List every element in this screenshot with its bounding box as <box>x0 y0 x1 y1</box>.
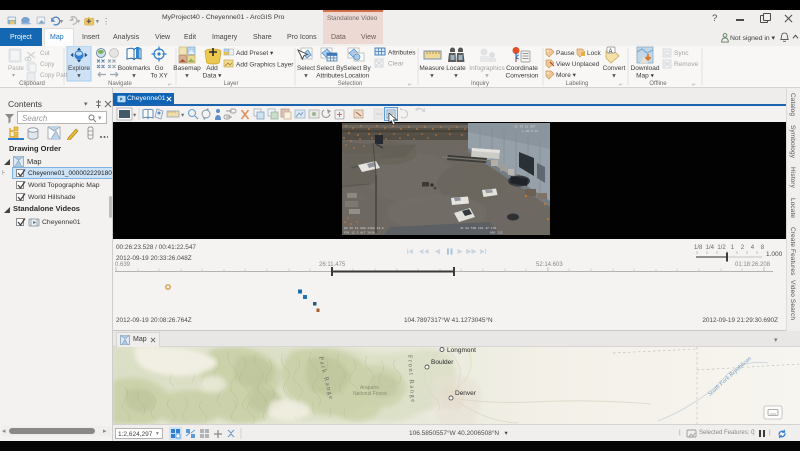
svg-text:▼: ▼ <box>611 74 617 80</box>
svg-text:Lock: Lock <box>587 50 601 57</box>
svg-text:Boulder: Boulder <box>431 359 454 366</box>
svg-text:Download: Download <box>631 65 660 72</box>
svg-text:Attributes: Attributes <box>388 50 416 57</box>
svg-text:▾: ▾ <box>181 112 185 119</box>
svg-text:Map ▾: Map ▾ <box>636 73 654 80</box>
svg-text:Layer: Layer <box>223 81 238 87</box>
svg-text:Infographics: Infographics <box>469 65 505 72</box>
svg-text:▼: ▼ <box>76 74 82 80</box>
svg-text:Basemap: Basemap <box>173 65 201 72</box>
svg-text:▾: ▾ <box>96 18 100 25</box>
svg-text:Remove: Remove <box>674 61 699 68</box>
svg-text:More ▾: More ▾ <box>556 72 577 79</box>
svg-text:Location: Location <box>345 73 370 80</box>
svg-text:Selection: Selection <box>338 81 363 87</box>
svg-text:▾: ▾ <box>12 72 15 79</box>
svg-text:▾: ▾ <box>133 112 137 119</box>
svg-text:Navigate: Navigate <box>108 81 132 87</box>
svg-text:▾: ▾ <box>77 18 81 25</box>
svg-text:Select By: Select By <box>343 65 371 72</box>
svg-text:▼: ▼ <box>453 74 459 80</box>
svg-text:04 35 11 880 2100 34.8: 04 35 11 880 2100 34.8 <box>344 227 384 230</box>
svg-text:▼: ▼ <box>484 74 490 80</box>
svg-text:L-38 P-12: L-38 P-12 <box>522 130 538 133</box>
svg-text:Sync: Sync <box>674 50 689 57</box>
svg-text:⌐: ⌐ <box>168 82 172 87</box>
svg-text:Cut: Cut <box>40 50 50 57</box>
svg-text:Pause: Pause <box>556 50 575 57</box>
svg-text:▼: ▼ <box>184 74 190 80</box>
svg-text:Copy: Copy <box>40 61 55 68</box>
svg-text:▼: ▼ <box>303 74 309 80</box>
svg-text:Add Graphics Layer: Add Graphics Layer <box>236 62 294 69</box>
svg-text:▼: ▼ <box>131 74 137 80</box>
svg-text:Explore: Explore <box>68 65 90 72</box>
svg-text:View Unplaced: View Unplaced <box>556 61 600 68</box>
svg-text:▾: ▾ <box>60 18 64 25</box>
svg-text:Paste: Paste <box>8 65 24 72</box>
svg-text:Clear: Clear <box>388 61 404 68</box>
svg-text:Add Preset ▾: Add Preset ▾ <box>236 50 274 57</box>
svg-text:Data ▾: Data ▾ <box>203 73 223 80</box>
svg-text:Inquiry: Inquiry <box>471 81 489 87</box>
svg-text:41 08 53N 104 47 17W: 41 08 53N 104 47 17W <box>460 227 496 230</box>
svg-text:Longmont: Longmont <box>447 347 476 354</box>
svg-text:Denver: Denver <box>455 390 477 397</box>
svg-text:⌐: ⌐ <box>408 82 412 87</box>
svg-text:⌐: ⌐ <box>692 82 696 87</box>
svg-text:Select By: Select By <box>316 65 344 72</box>
svg-text:HDG 212: HDG 212 <box>490 232 503 235</box>
svg-text:Clipboard: Clipboard <box>19 81 45 87</box>
svg-text:⋮: ⋮ <box>102 16 110 25</box>
svg-text:Add: Add <box>206 65 218 72</box>
svg-text:Offline: Offline <box>649 81 667 87</box>
svg-text:Labeling: Labeling <box>566 81 589 87</box>
svg-text:Measure: Measure <box>419 65 445 72</box>
svg-text:Locate: Locate <box>446 65 466 72</box>
svg-text:Conversion: Conversion <box>506 73 539 80</box>
svg-text:Attributes: Attributes <box>316 73 344 80</box>
svg-text:Copy Path: Copy Path <box>40 72 69 79</box>
svg-text:Go: Go <box>155 65 164 72</box>
svg-text:▼: ▼ <box>429 74 435 80</box>
svg-text:Bookmarks: Bookmarks <box>118 65 151 72</box>
svg-text:Coordinate: Coordinate <box>506 65 538 72</box>
svg-text:15 43 21 MST: 15 43 21 MST <box>514 126 536 129</box>
svg-text:To XY: To XY <box>150 73 168 80</box>
svg-text:Select: Select <box>297 65 315 72</box>
svg-text:⌐: ⌐ <box>619 82 623 87</box>
svg-text:Convert: Convert <box>603 65 626 72</box>
svg-text:National Forest: National Forest <box>353 391 388 397</box>
svg-text:A: A <box>608 49 612 55</box>
svg-text:FOV 12.3 ALT 2838: FOV 12.3 ALT 2838 <box>344 232 375 235</box>
